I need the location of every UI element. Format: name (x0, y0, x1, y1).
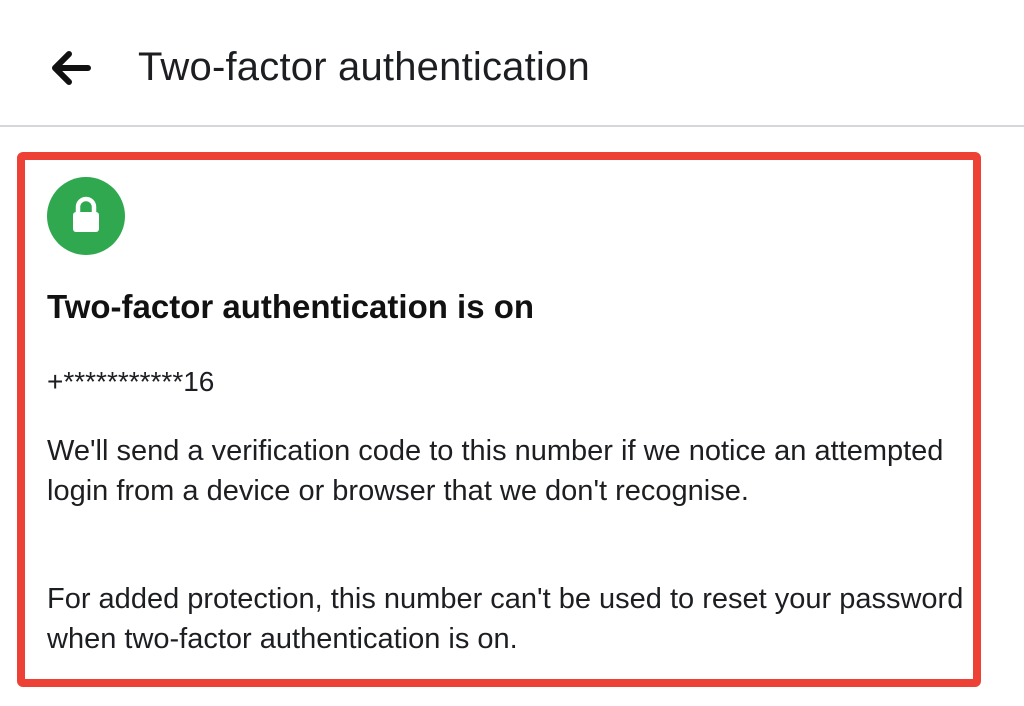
lock-badge (47, 177, 125, 255)
verification-description: We'll send a verification code to this n… (47, 435, 944, 507)
lock-icon (73, 196, 99, 232)
masked-phone-number: +***********16 (47, 366, 215, 397)
page-title: Two-factor authentication (138, 45, 590, 89)
top-app-bar: Two-factor authentication (0, 0, 1024, 127)
two-factor-status-card: Two-factor authentication is on +*******… (17, 152, 981, 687)
protection-description: For added protection, this number can't … (47, 583, 964, 655)
status-title: Two-factor authentication is on (47, 288, 535, 325)
back-button[interactable] (44, 46, 96, 90)
arrow-left-icon (52, 51, 91, 85)
